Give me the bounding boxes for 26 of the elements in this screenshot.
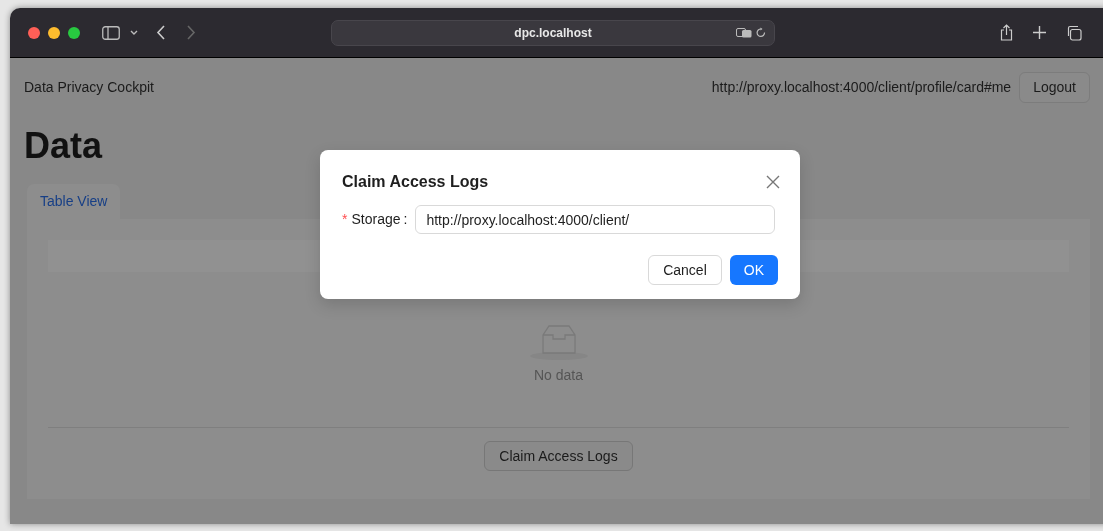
field-label: Storage <box>351 210 401 229</box>
forward-icon[interactable] <box>187 25 196 40</box>
tabs-overview-icon[interactable] <box>1066 24 1082 41</box>
app-title: Data Privacy Cockpit <box>24 77 154 97</box>
tab[interactable]: Table View <box>27 184 121 219</box>
logout-button[interactable]: Logout <box>1019 71 1090 103</box>
address-text: dpc.localhost <box>514 24 592 42</box>
plus-icon[interactable] <box>1033 26 1046 39</box>
required-mark: * <box>342 210 348 229</box>
dialog-title: Claim Access Logs <box>342 172 489 192</box>
reload-icon[interactable] <box>756 27 766 38</box>
address-bar[interactable]: dpc.localhost <box>331 19 775 46</box>
share-icon[interactable] <box>1000 24 1013 41</box>
user-webid: http://proxy.localhost:4000/client/profile/card#me <box>711 77 1012 97</box>
cancel-button[interactable]: Cancel <box>648 255 722 285</box>
sidebar-icon[interactable] <box>102 25 120 40</box>
close-icon[interactable] <box>766 175 780 189</box>
empty-text: No data <box>533 366 583 385</box>
storage-input[interactable]: http://proxy.localhost:4000/client/ <box>415 205 776 234</box>
claim-access-logs-button[interactable]: Claim Access Logs <box>484 441 633 471</box>
translate-icon[interactable] <box>736 27 752 38</box>
chevron-down-icon[interactable] <box>130 29 138 36</box>
label-colon: : <box>403 210 408 229</box>
back-icon[interactable] <box>156 25 165 40</box>
ok-button[interactable]: OK <box>729 255 778 285</box>
page-heading: Data <box>24 126 104 166</box>
